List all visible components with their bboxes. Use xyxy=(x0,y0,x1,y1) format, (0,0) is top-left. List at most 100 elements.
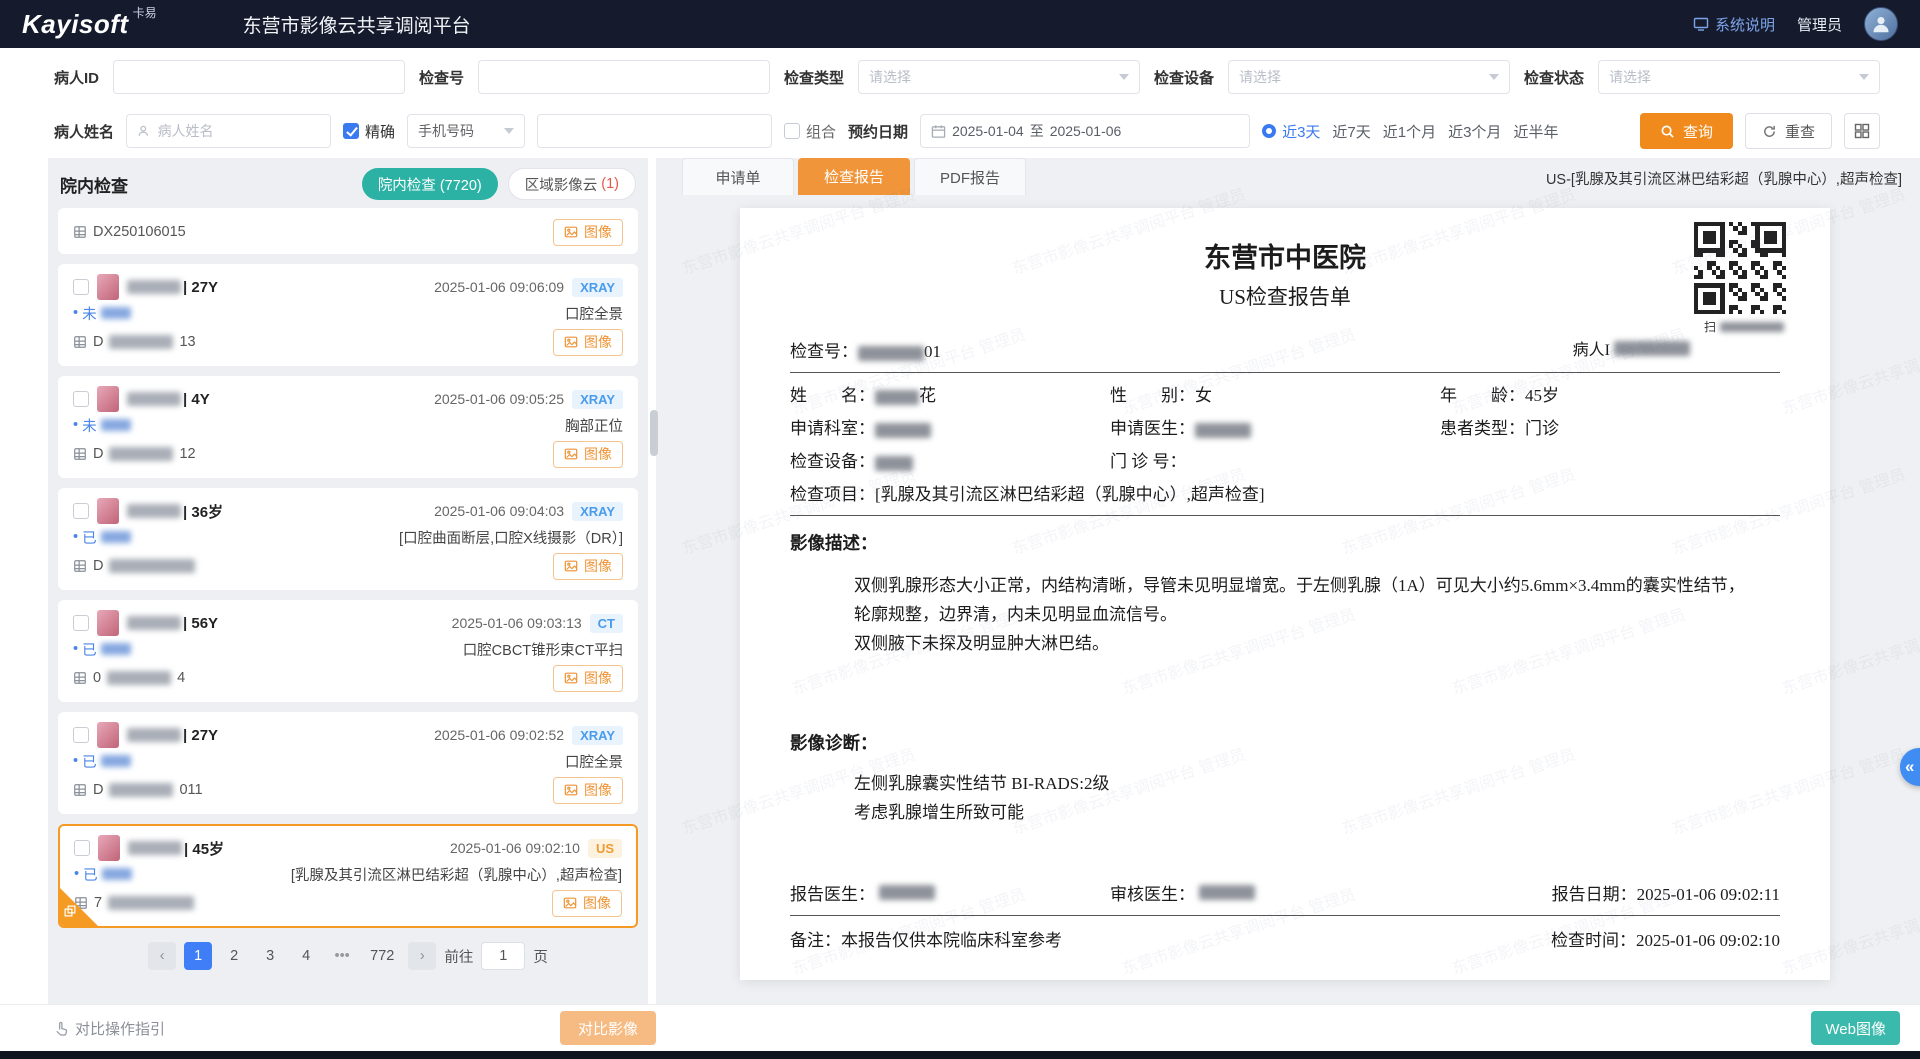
table-icon xyxy=(73,225,87,239)
tab-pdf-report[interactable]: PDF报告 xyxy=(914,158,1026,195)
patient-name-label: 病人姓名 xyxy=(54,121,114,142)
tab-request-form[interactable]: 申请单 xyxy=(682,158,794,195)
patient-thumbnail xyxy=(97,722,119,748)
exam-description: [口腔曲面断层,口腔X线摄影（DR）] xyxy=(399,527,623,548)
tab-hospital-exams[interactable]: 院内检查 (7720) xyxy=(362,168,498,200)
refresh-icon xyxy=(1762,124,1777,139)
exam-card[interactable]: | 27Y 2025-01-06 09:02:52 XRAY •已 口腔全景 D… xyxy=(58,712,638,814)
exam-checkbox[interactable] xyxy=(73,279,89,295)
patient-id-input[interactable] xyxy=(113,60,405,94)
view-image-button[interactable]: 图像 xyxy=(553,553,623,580)
patient-thumbnail xyxy=(97,498,119,524)
user-icon xyxy=(1870,13,1892,35)
quick-range-1m[interactable]: 近1个月 xyxy=(1383,121,1436,142)
date-end: 2025-01-06 xyxy=(1050,123,1122,139)
view-image-button[interactable]: 图像 xyxy=(552,890,622,917)
web-image-button[interactable]: Web图像 xyxy=(1811,1011,1900,1045)
exam-time: 2025-01-06 09:02:10 xyxy=(1636,931,1780,950)
pager-item[interactable]: 772 xyxy=(364,942,400,970)
report-row-item: 检查项目：[乳腺及其引流区淋巴结彩超（乳腺中心）,超声检查] xyxy=(790,480,1780,505)
quick-range-3m[interactable]: 近3个月 xyxy=(1448,121,1501,142)
quick-range-6m[interactable]: 近半年 xyxy=(1513,121,1558,142)
description-paragraph: 双侧乳腺形态大小正常，内结构清晰，导管未见明显增宽。于左侧乳腺（1A）可见大小约… xyxy=(854,571,1754,629)
exam-checkbox[interactable] xyxy=(73,615,89,631)
chevron-down-icon xyxy=(1489,74,1499,80)
panel-resize-handle[interactable] xyxy=(650,410,658,456)
quick-range-3d[interactable]: 近3天 xyxy=(1262,121,1320,142)
exam-checkbox[interactable] xyxy=(73,727,89,743)
combo-checkbox-wrap[interactable]: 组合 xyxy=(784,121,836,142)
report-doctor-row: 报告医生： 审核医生： 报告日期：2025-01-06 09:02:11 xyxy=(790,880,1780,905)
exam-status-select[interactable]: 请选择 xyxy=(1598,60,1880,94)
reset-button[interactable]: 重查 xyxy=(1745,113,1832,149)
exam-datetime: 2025-01-06 09:04:03 xyxy=(434,503,564,519)
patient-id-field[interactable] xyxy=(124,68,394,86)
view-image-button[interactable]: 图像 xyxy=(553,441,623,468)
exam-type-label: 检查类型 xyxy=(784,67,844,88)
compare-guide-link[interactable]: 对比操作指引 xyxy=(54,1018,165,1039)
exam-no-input[interactable] xyxy=(478,60,770,94)
view-image-button[interactable]: 图像 xyxy=(553,329,623,356)
date-range-input[interactable]: 2025-01-04 至 2025-01-06 xyxy=(920,114,1250,148)
patient-name-input[interactable] xyxy=(126,114,331,148)
description-line2: 双侧腋下未探及明显肿大淋巴结。 xyxy=(854,629,1754,658)
layout-toggle-button[interactable] xyxy=(1844,113,1880,149)
bottom-bar: 对比操作指引 对比影像 Web图像 xyxy=(0,1004,1920,1051)
avatar[interactable] xyxy=(1864,7,1898,41)
exam-checkbox[interactable] xyxy=(73,391,89,407)
pager-item[interactable]: › xyxy=(408,942,436,970)
goto-page-input[interactable] xyxy=(481,942,525,970)
view-image-button[interactable]: 图像 xyxy=(553,219,623,246)
phone-field[interactable] xyxy=(548,122,761,140)
report-row-device: 检查设备： 门 诊 号： xyxy=(790,447,1780,472)
view-image-button[interactable]: 图像 xyxy=(553,777,623,804)
system-help-link[interactable]: 系统说明 xyxy=(1693,14,1775,35)
patient-name: | 4Y xyxy=(127,391,210,408)
search-icon xyxy=(1660,124,1675,139)
exam-device-select[interactable]: 请选择 xyxy=(1228,60,1510,94)
compare-images-button[interactable]: 对比影像 xyxy=(560,1011,656,1045)
pager-item[interactable]: 2 xyxy=(220,942,248,970)
exact-checkbox-wrap[interactable]: 精确 xyxy=(343,121,395,142)
exam-card[interactable]: | 27Y 2025-01-06 09:06:09 XRAY •未 口腔全景 D… xyxy=(58,264,638,366)
phone-input[interactable] xyxy=(537,114,772,148)
exam-card[interactable]: | 56Y 2025-01-06 09:03:13 CT •已 口腔CBCT锥形… xyxy=(58,600,638,702)
report-status: •未 xyxy=(73,415,131,436)
quick-range-7d[interactable]: 近7天 xyxy=(1332,121,1370,142)
exam-checkbox[interactable] xyxy=(73,503,89,519)
exam-description: [乳腺及其引流区淋巴结彩超（乳腺中心）,超声检查] xyxy=(291,864,622,885)
pager-item[interactable]: 4 xyxy=(292,942,320,970)
tab-regional-cloud[interactable]: 区域影像云 (1) xyxy=(508,168,636,200)
table-icon xyxy=(73,671,87,685)
exam-card[interactable]: | 4Y 2025-01-06 09:05:25 XRAY •未 胸部正位 D1… xyxy=(58,376,638,478)
combo-checkbox[interactable] xyxy=(784,123,800,139)
username-label: 管理员 xyxy=(1797,14,1842,35)
calendar-icon xyxy=(931,124,946,139)
exam-card[interactable]: | 45岁 2025-01-06 09:02:10 US •已 [乳腺及其引流区… xyxy=(58,824,638,928)
pager-item[interactable]: 3 xyxy=(256,942,284,970)
patient-thumbnail xyxy=(98,835,120,861)
exam-no-field[interactable] xyxy=(489,68,759,86)
view-image-button[interactable]: 图像 xyxy=(553,665,623,692)
phone-select[interactable]: 手机号码 xyxy=(407,114,525,148)
app-logo: Kayisoft xyxy=(22,9,129,40)
exam-datetime: 2025-01-06 09:05:25 xyxy=(434,391,564,407)
search-button[interactable]: 查询 xyxy=(1640,113,1733,149)
patient-name-field[interactable] xyxy=(156,122,320,140)
pager-item[interactable]: ‹ xyxy=(148,942,176,970)
exam-type-select[interactable]: 请选择 xyxy=(858,60,1140,94)
exam-card[interactable]: DX250106015 图像 xyxy=(58,208,638,254)
pager-item[interactable]: 1 xyxy=(184,942,212,970)
table-icon xyxy=(73,559,87,573)
exam-card[interactable]: | 36岁 2025-01-06 09:04:03 XRAY •已 [口腔曲面断… xyxy=(58,488,638,590)
exam-datetime: 2025-01-06 09:02:52 xyxy=(434,727,564,743)
tab-exam-report[interactable]: 检查报告 xyxy=(798,158,910,195)
modality-badge: XRAY xyxy=(572,278,623,297)
exam-device-label: 检查设备 xyxy=(1154,67,1214,88)
description-title: 影像描述： xyxy=(790,530,1780,555)
exact-checkbox[interactable] xyxy=(343,123,359,139)
modality-badge: XRAY xyxy=(572,726,623,745)
exam-datetime: 2025-01-06 09:03:13 xyxy=(452,615,582,631)
report-row-request: 申请科室： 申请医生： 患者类型：门诊 xyxy=(790,414,1780,439)
exam-checkbox[interactable] xyxy=(74,840,90,856)
